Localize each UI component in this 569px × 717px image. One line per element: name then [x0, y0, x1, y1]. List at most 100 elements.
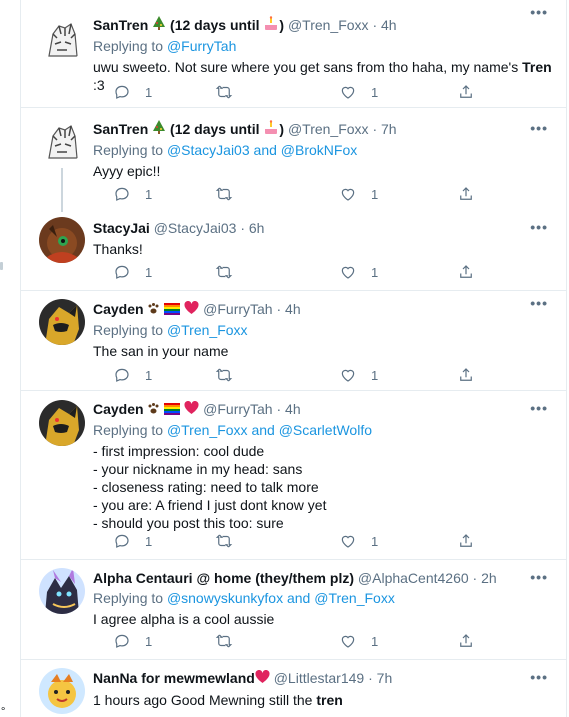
replying-to: Replying to @FurryTah [93, 37, 552, 56]
scroll-marker [0, 262, 3, 270]
share-button[interactable] [457, 83, 475, 101]
more-options-icon[interactable]: ••• [530, 5, 548, 19]
tweet-time[interactable]: 7h [377, 670, 393, 686]
reply-button[interactable]: 1 [113, 83, 152, 101]
tweet-time[interactable]: 6h [249, 220, 265, 236]
share-button[interactable] [457, 532, 475, 550]
reply-count: 1 [145, 84, 153, 100]
avatar[interactable] [39, 400, 85, 446]
retweet-button[interactable] [215, 263, 233, 281]
user-handle[interactable]: @StacyJai03 [154, 220, 237, 236]
like-button[interactable]: 1 [339, 263, 378, 281]
reply-mention-link[interactable]: @snowyskunkyfox [167, 590, 283, 606]
replying-to: Replying to @Tren_Foxx and @ScarletWolfo [93, 421, 552, 440]
display-name[interactable]: NanNa for mewmewland [93, 670, 255, 686]
avatar[interactable] [39, 668, 85, 714]
tweet-text: - first impression: cool dude - your nic… [93, 442, 327, 531]
reply-button[interactable]: 1 [113, 632, 152, 650]
share-button[interactable] [457, 263, 475, 281]
tree-emoji [152, 120, 166, 140]
retweet-button[interactable] [215, 366, 233, 384]
tweet-time[interactable]: 4h [381, 17, 397, 33]
reply-mention-link[interactable]: @Tren_Foxx [167, 322, 248, 338]
tweet[interactable]: SanTren (12 days until ) @Tren_Foxx · 7h… [21, 108, 566, 212]
reply-mention-link[interactable]: @Tren_Foxx [314, 590, 395, 606]
reply-mention-link[interactable]: @StacyJai03 [167, 142, 250, 158]
display-name[interactable]: SanTren [93, 17, 148, 33]
more-options-icon[interactable]: ••• [530, 220, 548, 234]
more-options-icon[interactable]: ••• [530, 296, 548, 310]
reply-button[interactable]: 1 [113, 532, 152, 550]
retweet-button[interactable] [215, 532, 233, 550]
avatar[interactable] [39, 299, 85, 345]
heart-icon [341, 635, 355, 648]
like-button[interactable]: 1 [339, 532, 378, 550]
retweet-icon [215, 187, 233, 201]
user-handle[interactable]: @FurryTah [203, 301, 272, 317]
display-name[interactable]: Cayden [93, 301, 144, 317]
tweet-time[interactable]: 4h [285, 301, 301, 317]
avatar[interactable] [39, 568, 85, 614]
like-button[interactable]: 1 [339, 185, 378, 203]
display-name-close: ) [279, 17, 285, 33]
share-button[interactable] [457, 185, 475, 203]
display-name[interactable]: SanTren [93, 121, 148, 137]
user-handle[interactable]: @Littlestar149 [274, 670, 364, 686]
tweet-text-part: 1 hours ago Good Mewning still the [93, 691, 317, 708]
reply-mention-link[interactable]: @Tren_Foxx [167, 422, 248, 438]
tweet-time[interactable]: 7h [381, 121, 397, 137]
separator-dot: · [472, 570, 478, 586]
user-handle[interactable]: @AlphaCent4260 [358, 570, 469, 586]
replying-to: Replying to @snowyskunkyfox and @Tren_Fo… [93, 589, 552, 608]
more-options-icon[interactable]: ••• [530, 570, 548, 584]
tweet[interactable]: Cayden @FurryTah · 4h Replying to @Tren_… [21, 291, 566, 391]
reply-mention-link[interactable]: @BrokNFox [281, 142, 357, 158]
tweet[interactable]: StacyJai @StacyJai03 · 6h Thanks! ••• 1 … [21, 207, 566, 291]
display-name[interactable]: Cayden [93, 401, 144, 417]
more-options-icon[interactable]: ••• [530, 401, 548, 415]
heart-icon [341, 535, 355, 548]
more-options-icon[interactable]: ••• [530, 670, 548, 684]
replying-prefix: Replying to [93, 421, 164, 438]
share-button[interactable] [457, 632, 475, 650]
like-button[interactable]: 1 [339, 83, 378, 101]
separator-dot: · [276, 401, 282, 417]
retweet-button[interactable] [215, 185, 233, 203]
user-handle[interactable]: @FurryTah [203, 401, 272, 417]
tweet[interactable]: Cayden @FurryTah · 4h Replying to @Tren_… [21, 391, 566, 560]
retweet-icon [215, 85, 233, 99]
retweet-button[interactable] [215, 83, 233, 101]
tweet-time[interactable]: 2h [481, 570, 497, 586]
user-handle[interactable]: @Tren_Foxx [288, 17, 369, 33]
reply-mention-link[interactable]: @FurryTah [167, 38, 236, 54]
like-count: 1 [371, 533, 379, 549]
display-name[interactable]: StacyJai [93, 220, 150, 236]
reply-mention-link[interactable]: @ScarletWolfo [279, 422, 372, 438]
reply-button[interactable]: 1 [113, 366, 152, 384]
user-handle[interactable]: @Tren_Foxx [288, 121, 369, 137]
reply-button[interactable]: 1 [113, 185, 152, 203]
display-name-close: ) [279, 121, 285, 137]
like-count: 1 [371, 367, 379, 383]
share-icon [460, 187, 472, 200]
like-button[interactable]: 1 [339, 632, 378, 650]
tweet-time[interactable]: 4h [285, 401, 301, 417]
retweet-button[interactable] [215, 632, 233, 650]
separator-dot: · [372, 121, 378, 137]
more-options-icon[interactable]: ••• [530, 121, 548, 135]
like-button[interactable]: 1 [339, 366, 378, 384]
tweet[interactable]: NanNa for mewmewland @Littlestar149 · 7h… [21, 660, 566, 717]
reply-count: 1 [145, 264, 153, 280]
avatar[interactable] [39, 118, 85, 164]
retweet-icon [215, 265, 233, 279]
reply-button[interactable]: 1 [113, 263, 152, 281]
tweet[interactable]: Alpha Centauri @ home (they/them plz) @A… [21, 560, 566, 660]
display-name[interactable]: Alpha Centauri @ home (they/them plz) [93, 570, 354, 586]
tweet[interactable]: SanTren (12 days until ) @Tren_Foxx · 4h… [21, 0, 566, 108]
avatar[interactable] [39, 16, 85, 62]
tweet-actions: 1 1 [93, 632, 513, 652]
share-button[interactable] [457, 366, 475, 384]
avatar[interactable] [39, 217, 85, 263]
reply-icon [115, 368, 129, 382]
heart-icon [341, 369, 355, 382]
